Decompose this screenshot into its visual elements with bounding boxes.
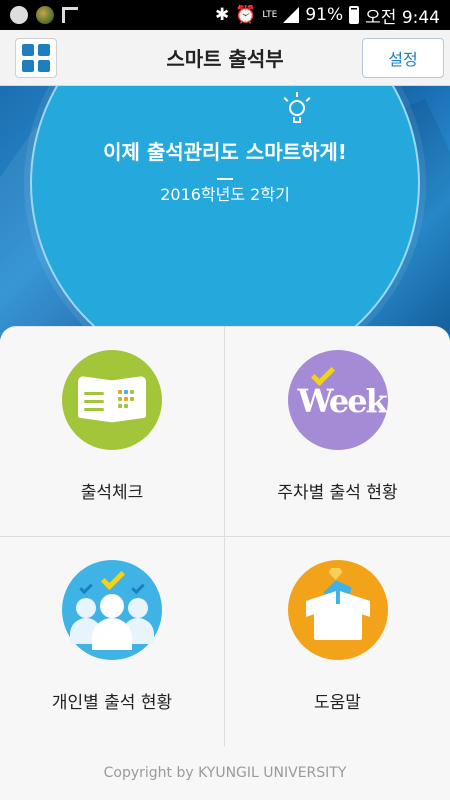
individual-attendance-label: 개인별 출석 현황 <box>51 693 173 713</box>
attendance-check-label: 출석체크 <box>80 483 144 503</box>
book-dot <box>124 404 128 408</box>
semester-label: 2016학년도 2학기 <box>160 185 290 204</box>
book-line <box>84 400 104 403</box>
camera-notification-icon <box>36 6 54 24</box>
help-label: 도움말 <box>314 693 361 713</box>
attendance-check-tile[interactable]: 출석체크 <box>0 327 225 537</box>
person-body <box>92 618 132 650</box>
flipboard-notification-icon <box>62 7 78 23</box>
book-dot <box>130 390 134 394</box>
open-book-icon <box>62 350 162 450</box>
book-dot <box>130 397 134 401</box>
grid-menu-icon <box>22 44 34 56</box>
lightbulb-ray <box>296 92 298 97</box>
lightbulb-base <box>293 117 301 123</box>
alarm-icon: ⏰ <box>235 5 257 25</box>
book-dot <box>124 397 128 401</box>
lightbulb-glass <box>289 100 305 116</box>
box-body <box>313 604 362 640</box>
book-line <box>84 392 104 395</box>
week-icon: Week <box>287 350 388 450</box>
lightbulb-ray <box>283 97 289 102</box>
check-mark-icon <box>79 580 93 595</box>
week-icon-text: Week <box>297 382 388 420</box>
people-check-icon <box>62 560 162 660</box>
grid-menu-icon-square <box>38 44 50 56</box>
battery-percent: 91% <box>305 5 344 25</box>
banner-divider <box>217 178 233 180</box>
book-dot <box>124 390 128 394</box>
signal-icon <box>283 7 300 23</box>
book-dot <box>118 390 122 394</box>
app-notification-icon <box>10 6 28 24</box>
book-line <box>84 408 104 411</box>
page-title: 스마트 출석부 <box>166 47 284 71</box>
person-head <box>128 598 148 618</box>
network-type: LTE <box>262 9 278 20</box>
clock: 오전 9:44 <box>365 7 440 28</box>
check-mark-icon <box>100 565 126 591</box>
book-dot <box>118 397 122 401</box>
weekly-attendance-label: 주차별 출석 현황 <box>277 483 398 503</box>
help-tile[interactable]: 도움말 <box>225 537 450 746</box>
book-page-left <box>78 375 112 423</box>
grid-menu-icon-square <box>38 60 50 72</box>
grid-menu-button[interactable] <box>15 38 57 78</box>
lightbulb-icon <box>283 92 311 126</box>
weekly-attendance-tile[interactable]: Week 주차별 출석 현황 <box>225 327 450 537</box>
individual-attendance-tile[interactable]: 개인별 출석 현황 <box>0 537 225 746</box>
settings-button[interactable]: 설정 <box>362 38 444 78</box>
hero-banner <box>0 86 450 340</box>
app-header: 스마트 출석부 설정 <box>0 30 450 86</box>
person-head <box>76 598 96 618</box>
lightbulb-ray <box>305 97 311 102</box>
check-mark-icon <box>131 580 145 595</box>
help-box-icon <box>287 560 388 660</box>
bluetooth-icon: ✱ <box>214 5 230 25</box>
banner-circle <box>30 86 420 340</box>
copyright-footer: Copyright by KYUNGIL UNIVERSITY <box>0 746 450 800</box>
person-head <box>100 594 124 618</box>
battery-icon <box>349 6 360 24</box>
main-menu-panel: 출석체크 Week 주차별 출석 현황 개인별 출석 현황 도움말 <box>0 326 450 746</box>
banner-slogan: 이제 출석관리도 스마트하게! <box>103 140 347 164</box>
grid-menu-icon-square <box>22 60 34 72</box>
diamond-icon <box>328 568 343 580</box>
book-dot <box>118 404 122 408</box>
status-bar: ✱ ⏰ LTE 91% 오전 9:44 <box>0 0 450 30</box>
